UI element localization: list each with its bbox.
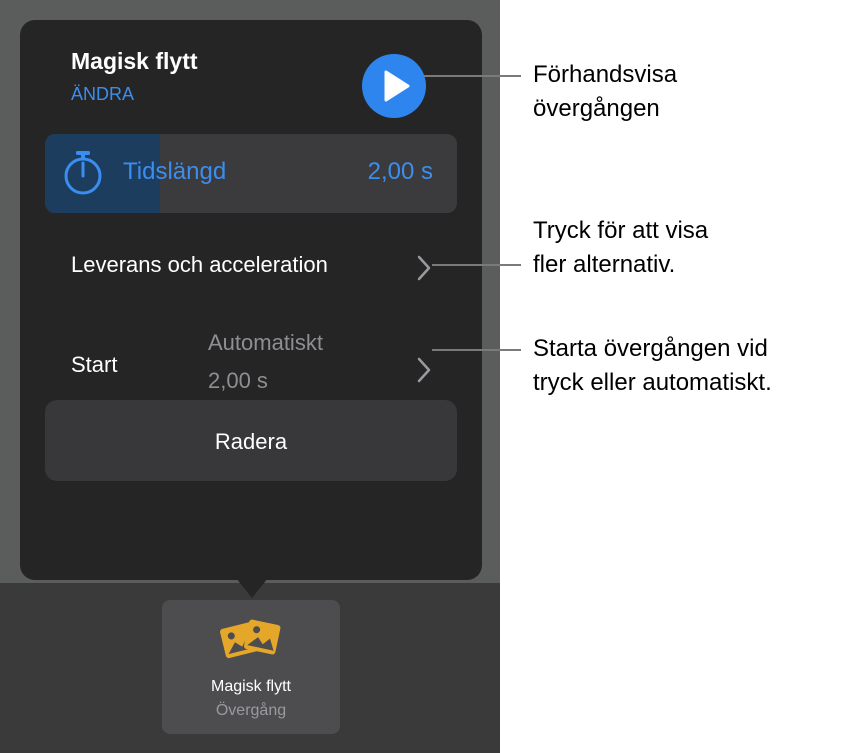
play-icon	[384, 70, 410, 102]
transition-popover: Magisk flytt ÄNDRA Tidslängd 2,00 s Leve…	[20, 20, 482, 580]
callout-line: Tryck för att visa	[533, 217, 709, 244]
start-row[interactable]: Start Automatiskt 2,00 s	[71, 325, 441, 397]
change-link[interactable]: ÄNDRA	[71, 84, 134, 105]
thumbnail-subtitle: Övergång	[215, 702, 287, 719]
thumbnail-title: Magisk flytt	[210, 678, 291, 695]
chevron-right-icon	[417, 255, 431, 281]
transition-thumbnail[interactable]: Magisk flytt Övergång	[162, 600, 340, 734]
callout-leader-preview	[424, 75, 521, 77]
callout-line: övergången	[533, 95, 660, 122]
callout-preview: Förhandsvisa övergången	[533, 58, 677, 126]
duration-slider[interactable]: Tidslängd 2,00 s	[45, 134, 457, 213]
callout-line: fler alternativ.	[533, 251, 676, 278]
duration-label: Tidslängd	[123, 158, 227, 185]
delivery-acceleration-row[interactable]: Leverans och acceleration	[71, 250, 441, 286]
callout-start: Starta övergången vid tryck eller automa…	[533, 332, 772, 400]
stopwatch-icon	[64, 151, 102, 195]
callout-options: Tryck för att visa fler alternativ.	[533, 214, 708, 282]
delivery-label: Leverans och acceleration	[71, 252, 328, 277]
start-value: Automatiskt	[208, 330, 323, 355]
callout-line: Förhandsvisa	[533, 61, 678, 88]
photos-icon	[220, 619, 281, 659]
popover-arrow	[236, 578, 268, 598]
delete-label: Radera	[214, 429, 288, 454]
callout-line: Starta övergången vid	[533, 335, 768, 362]
callout-line: tryck eller automatiskt.	[533, 369, 772, 396]
callout-leader-start	[432, 349, 521, 351]
callout-leader-options	[432, 264, 521, 266]
start-delay-value: 2,00 s	[208, 368, 268, 393]
chevron-right-icon	[417, 357, 431, 383]
popover-title: Magisk flytt	[71, 48, 198, 74]
duration-value: 2,00 s	[367, 158, 433, 185]
start-label: Start	[71, 352, 118, 377]
preview-play-button[interactable]	[362, 54, 426, 118]
delete-button[interactable]: Radera	[45, 400, 457, 481]
